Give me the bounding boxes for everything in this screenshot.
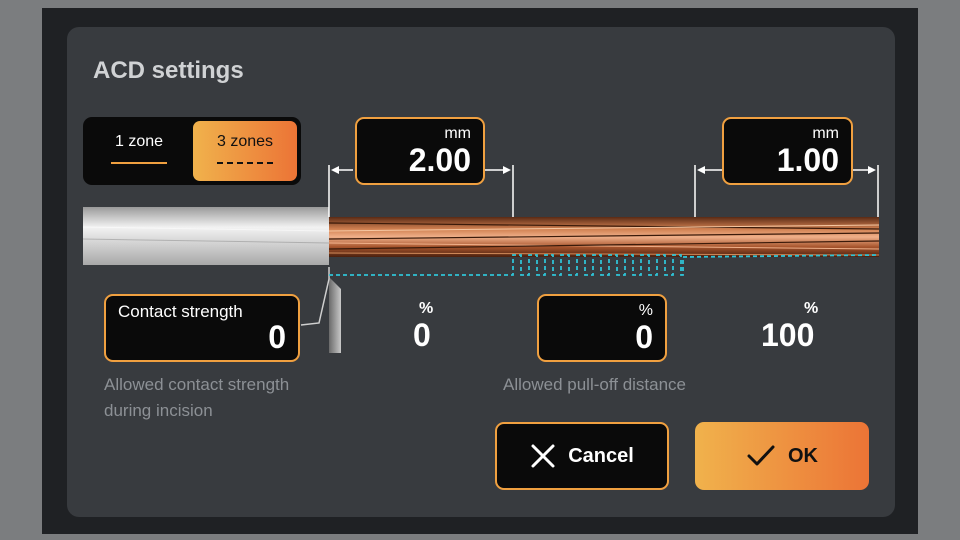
contact-strength-input[interactable]: Contact strength 0 (104, 294, 300, 362)
contact-strength-label: Contact strength (118, 302, 243, 321)
pull-off-input[interactable]: % 0 (537, 294, 667, 362)
right-distance-unit: mm (812, 125, 839, 142)
contact-strength-value: 0 (268, 319, 286, 355)
check-icon (747, 445, 775, 466)
pull-off-input-unit: % (638, 302, 653, 319)
right-distance-value: 1.00 (776, 142, 839, 178)
acd-settings-dialog: ACD settings 1 zone 3 zones mm 2.00 mm 1… (67, 27, 895, 517)
pull-off-input-value: 0 (635, 319, 653, 355)
pull-off-start-unit: % (419, 300, 434, 317)
cutting-blade (329, 277, 341, 353)
left-distance-input[interactable]: mm 2.00 (355, 117, 485, 185)
insulation-segment (82, 207, 330, 265)
contact-strength-hint: Allowed contact strength during incision (104, 372, 289, 424)
right-distance-input[interactable]: mm 1.00 (722, 117, 853, 185)
pull-off-end-unit: % (804, 300, 819, 317)
left-distance-value: 2.00 (408, 142, 471, 178)
contact-strength-hint-line2: during incision (104, 401, 213, 420)
cancel-button[interactable]: Cancel (495, 422, 669, 490)
ok-button[interactable]: OK (695, 422, 869, 490)
pull-off-start-value: 0 (413, 317, 431, 353)
pull-off-end-value: 100 (761, 317, 815, 353)
cancel-button-label: Cancel (568, 444, 634, 467)
pull-off-hint: Allowed pull-off distance (503, 375, 687, 394)
contact-strength-hint-line1: Allowed contact strength (104, 375, 290, 394)
copper-conductor (328, 217, 880, 257)
ok-button-label: OK (788, 444, 818, 467)
close-icon (531, 444, 555, 468)
left-distance-unit: mm (444, 125, 471, 142)
pull-off-zone-line (329, 254, 880, 276)
